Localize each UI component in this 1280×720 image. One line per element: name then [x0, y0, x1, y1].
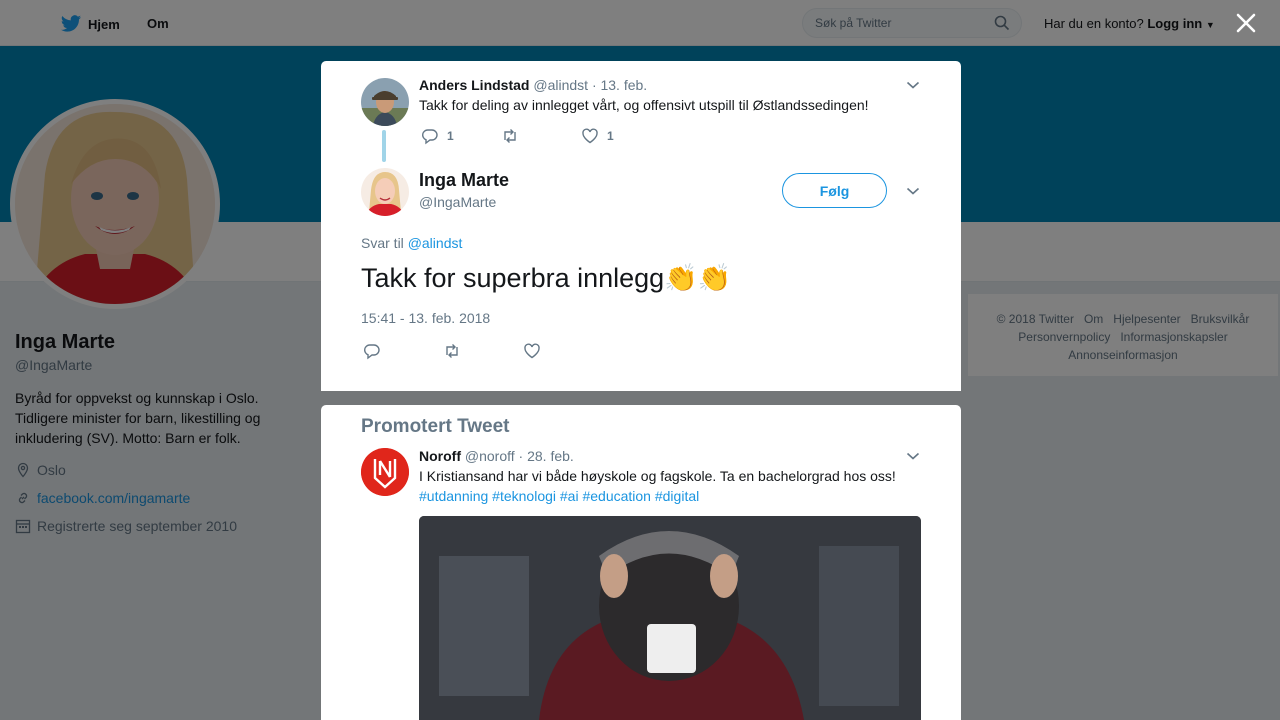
- main-reply-button[interactable]: [363, 342, 381, 360]
- parent-reply-button[interactable]: 1: [421, 127, 454, 145]
- retweet-icon: [504, 129, 516, 143]
- follow-button[interactable]: Følg: [782, 173, 887, 208]
- parent-reply-count: 1: [447, 129, 454, 143]
- parent-retweet-button[interactable]: [501, 127, 519, 145]
- reply-icon: [364, 344, 380, 360]
- heart-icon: [524, 343, 540, 359]
- main-tweet-avatar[interactable]: [361, 168, 409, 216]
- chevron-down-icon[interactable]: [906, 80, 920, 90]
- promoted-tweet-handle[interactable]: @noroff: [465, 448, 515, 464]
- thread-connector-line: [382, 130, 386, 162]
- reply-icon: [422, 129, 438, 145]
- main-retweet-button[interactable]: [443, 342, 461, 360]
- promoted-tweet-date[interactable]: · 28. feb.: [519, 448, 574, 464]
- parent-tweet-avatar[interactable]: [361, 78, 409, 126]
- promoted-heading: Promotert Tweet: [361, 416, 510, 437]
- promoted-tweet-avatar[interactable]: [361, 448, 409, 496]
- main-like-button[interactable]: [523, 342, 541, 360]
- heart-icon: [582, 128, 598, 144]
- main-tweet-text: Takk for superbra innlegg👏👏: [361, 263, 732, 293]
- reply-to-link[interactable]: @alindst: [408, 235, 463, 251]
- parent-tweet-author[interactable]: Anders Lindstad: [419, 77, 529, 93]
- main-tweet-timestamp[interactable]: 15:41 - 13. feb. 2018: [361, 310, 490, 326]
- video-thumbnail: [419, 516, 921, 720]
- inga-avatar-photo: [361, 168, 409, 216]
- parent-like-count: 1: [607, 129, 614, 143]
- promoted-tweet-header: Noroff @noroff · 28. feb.: [419, 448, 574, 464]
- promoted-hashtags[interactable]: #utdanning #teknologi #ai #education #di…: [419, 488, 699, 504]
- close-icon[interactable]: [1234, 11, 1258, 35]
- chevron-down-icon[interactable]: [906, 186, 920, 196]
- parent-tweet-text: Takk for deling av innlegget vårt, og of…: [419, 97, 869, 113]
- promoted-video[interactable]: [419, 516, 921, 720]
- parent-tweet-date[interactable]: · 13. feb.: [592, 77, 647, 93]
- parent-tweet-handle[interactable]: @alindst: [533, 77, 588, 93]
- parent-like-button[interactable]: 1: [581, 127, 614, 145]
- promoted-tweet-author[interactable]: Noroff: [419, 448, 461, 464]
- retweet-icon: [446, 344, 458, 358]
- anders-avatar-photo: [361, 78, 409, 126]
- promoted-tweet-text: I Kristiansand har vi både høyskole og f…: [419, 468, 896, 484]
- chevron-down-icon[interactable]: [906, 451, 920, 461]
- noroff-logo-icon: [361, 448, 409, 496]
- reply-prefix: Svar til: [361, 235, 404, 251]
- main-tweet-handle[interactable]: @IngaMarte: [419, 194, 496, 210]
- parent-tweet-header: Anders Lindstad @alindst · 13. feb.: [419, 77, 647, 93]
- main-tweet-author[interactable]: Inga Marte: [419, 170, 509, 191]
- play-button[interactable]: [647, 624, 696, 673]
- reply-context: Svar til @alindst: [361, 235, 462, 251]
